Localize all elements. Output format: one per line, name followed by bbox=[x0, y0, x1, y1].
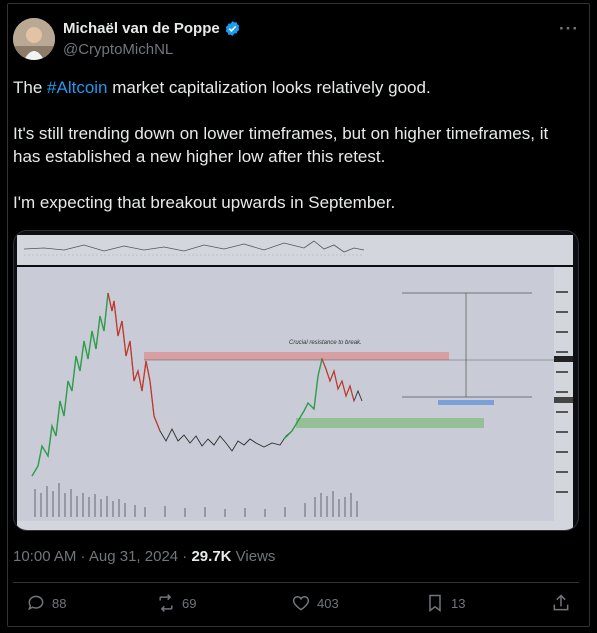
text-segment: market capitalization looks relatively g… bbox=[107, 78, 431, 97]
author-handle[interactable]: @CryptoMichNL bbox=[63, 41, 173, 58]
tweet-text: The #Altcoin market capitalization looks… bbox=[13, 76, 573, 237]
repost-button[interactable]: 69 bbox=[156, 593, 196, 613]
heart-icon bbox=[292, 595, 310, 611]
reply-button[interactable]: 88 bbox=[26, 593, 66, 613]
resistance-annotation: Crucial resistance to break. bbox=[289, 340, 362, 346]
bookmark-count: 13 bbox=[451, 595, 466, 611]
bookmark-button[interactable]: 13 bbox=[425, 593, 465, 613]
support-zone bbox=[296, 418, 484, 428]
repost-count: 69 bbox=[182, 595, 197, 611]
reply-icon bbox=[28, 595, 44, 611]
text-segment: The bbox=[13, 78, 48, 97]
tweet-paragraph-2: It's still trending down on lower timefr… bbox=[13, 124, 549, 166]
action-bar: 88 69 403 13 bbox=[13, 593, 579, 621]
share-icon bbox=[553, 594, 569, 611]
chart-image: Crucial resistance to break. bbox=[14, 231, 578, 530]
share-button[interactable] bbox=[551, 593, 571, 613]
views-count: 29.7K bbox=[191, 548, 232, 565]
like-count: 403 bbox=[317, 595, 339, 611]
divider bbox=[13, 582, 579, 583]
tweet-paragraph-1: The #Altcoin market capitalization looks… bbox=[13, 76, 573, 99]
resistance-zone bbox=[144, 352, 449, 360]
tweet-meta: 10:00 AM · Aug 31, 2024 · 29.7K Views bbox=[13, 548, 275, 565]
like-button[interactable]: 403 bbox=[291, 593, 339, 613]
verified-badge-icon bbox=[225, 21, 239, 36]
views-label: Views bbox=[231, 548, 276, 565]
avatar[interactable] bbox=[13, 18, 55, 60]
tweet-media-chart[interactable]: Crucial resistance to break. bbox=[13, 230, 579, 531]
hashtag-link[interactable]: #Altcoin bbox=[47, 78, 107, 97]
repost-icon bbox=[159, 594, 173, 612]
tweet-paragraph-3: I'm expecting that breakout upwards in S… bbox=[13, 193, 396, 212]
more-options-icon[interactable]: ··· bbox=[559, 19, 579, 39]
chart-background bbox=[17, 267, 573, 521]
author-name-row[interactable]: Michaël van de Poppe bbox=[63, 20, 241, 37]
author-name[interactable]: Michaël van de Poppe bbox=[63, 20, 220, 37]
tweet-card: Michaël van de Poppe @CryptoMichNL ··· T… bbox=[7, 3, 590, 627]
timestamp[interactable]: 10:00 AM · Aug 31, 2024 · bbox=[13, 548, 191, 565]
bookmark-icon bbox=[429, 594, 441, 612]
reply-count: 88 bbox=[52, 595, 67, 611]
